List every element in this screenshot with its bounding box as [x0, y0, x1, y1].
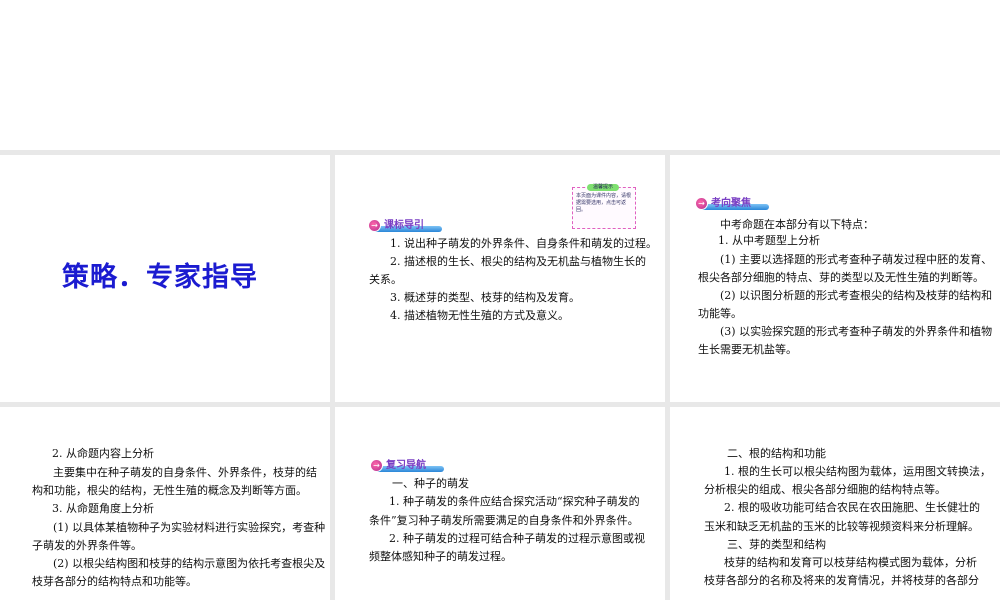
text-line: 1. 根的生长可以根尖结构图为载体，运用图文转换法， — [724, 465, 991, 478]
text-line: 频整体感知种子的萌发过程。 — [369, 550, 512, 563]
text-line: (3) 以实验探究题的形式考查种子萌发的外界条件和植物 — [720, 325, 993, 338]
badge-label: 考向聚焦 — [711, 198, 751, 209]
text-line: 条件”复习种子萌发所需要满足的自身条件和外界条件。 — [369, 514, 639, 527]
text-line: 中考命题在本部分有以下特点： — [720, 218, 874, 231]
text-line: 关系。 — [369, 273, 402, 286]
tip-body: 本页面为课件内容，请根据需要选用，点击可返回。 — [576, 193, 632, 213]
text-line: (1) 主要以选择题的形式考查种子萌发过程中胚的发育、 — [720, 253, 993, 266]
text-line: 1. 从中考题型上分析 — [718, 234, 820, 247]
slide-4[interactable]: 2. 从命题内容上分析主要集中在种子萌发的自身条件、外界条件，枝芽的结构和功能，… — [0, 407, 330, 600]
text-line: 2. 根的吸收功能可结合农民在农田施肥、生长健壮的 — [724, 501, 980, 514]
arrow-icon: → — [368, 219, 381, 232]
text-line: 构和功能，根尖的结构，无性生殖的概念及判断等方面。 — [32, 484, 307, 497]
text-line: 3. 从命题角度上分析 — [52, 502, 154, 515]
slide-6[interactable]: 二、根的结构和功能 1. 根的生长可以根尖结构图为载体，运用图文转换法， 分析根尖的… — [670, 407, 1000, 600]
text-line: 二、根的结构和功能 — [727, 447, 826, 460]
section-badge: → 考向聚焦 — [695, 196, 769, 210]
text-line: 3. 概述芽的类型、枝芽的结构及发育。 — [390, 291, 580, 304]
tip-note: 温馨提示本页面为课件内容，请根据需要选用，点击可返回。 — [572, 184, 636, 229]
slide-5[interactable]: → 复习导航 一、种子的萌发 1. 种子萌发的条件应结合探究活动“探究种子萌发的条件… — [335, 407, 665, 600]
arrow-icon: → — [370, 459, 383, 472]
text-line: 2. 种子萌发的过程可结合种子萌发的过程示意图或视 — [389, 532, 645, 545]
text-line: 三、芽的类型和结构 — [727, 538, 826, 551]
text-line: 4. 描述植物无性生殖的方式及意义。 — [390, 309, 569, 322]
section-badge: → 复习导航 — [370, 458, 444, 472]
text-line: (1) 以具体某植物种子为实验材料进行实验探究，考查种 — [53, 521, 326, 534]
slide-title: 策略．专家指导 — [62, 262, 258, 293]
text-line: 生长需要无机盐等。 — [698, 343, 797, 356]
text-line: 1. 种子萌发的条件应结合探究活动“探究种子萌发的 — [389, 495, 640, 508]
text-line: 功能等。 — [698, 307, 742, 320]
slide-3[interactable]: → 考向聚焦 中考命题在本部分有以下特点： 1. 从中考题型上分析 (1) 主要以选择… — [670, 155, 1000, 402]
text-line: 子萌发的外界条件等。 — [32, 539, 142, 552]
text-line: 2. 描述根的生长、根尖的结构及无机盐与植物生长的 — [390, 255, 646, 268]
slide-2[interactable]: → 课标导引 温馨提示本页面为课件内容，请根据需要选用，点击可返回。 1. 说出种… — [335, 155, 665, 402]
slide-1[interactable]: 策略．专家指导 — [0, 155, 330, 402]
text-line: 1. 说出种子萌发的外界条件、自身条件和萌发的过程。 — [390, 237, 657, 250]
text-line: 枝芽各部分的名称及将来的发育情况，并将枝芽的各部分 — [704, 574, 979, 587]
section-badge: → 课标导引 — [368, 218, 442, 232]
badge-label: 课标导引 — [384, 220, 424, 231]
text-line: 枝芽的结构和发育可以枝芽结构模式图为载体，分析 — [724, 556, 977, 569]
text-line: 主要集中在种子萌发的自身条件、外界条件，枝芽的结 — [53, 466, 317, 479]
text-line: 分析根尖的组成、根尖各部分细胞的结构特点等。 — [704, 483, 946, 496]
text-line: 一、种子的萌发 — [392, 477, 469, 490]
arrow-icon: → — [695, 197, 708, 210]
text-line: (2) 以识图分析题的形式考查根尖的结构及枝芽的结构和 — [720, 289, 993, 302]
text-line: 根尖各部分细胞的特点、芽的类型以及无性生殖的判断等。 — [698, 271, 984, 284]
tip-title: 温馨提示 — [587, 184, 619, 191]
badge-label: 复习导航 — [386, 460, 426, 471]
text-line: 玉米和缺乏无机盐的玉米的比较等视频资料来分析理解。 — [704, 520, 979, 533]
text-line: (2) 以根尖结构图和枝芽的结构示意图为依托考查根尖及 — [53, 557, 326, 570]
text-line: 枝芽各部分的结构特点和功能等。 — [32, 575, 197, 588]
text-line: 2. 从命题内容上分析 — [52, 447, 154, 460]
